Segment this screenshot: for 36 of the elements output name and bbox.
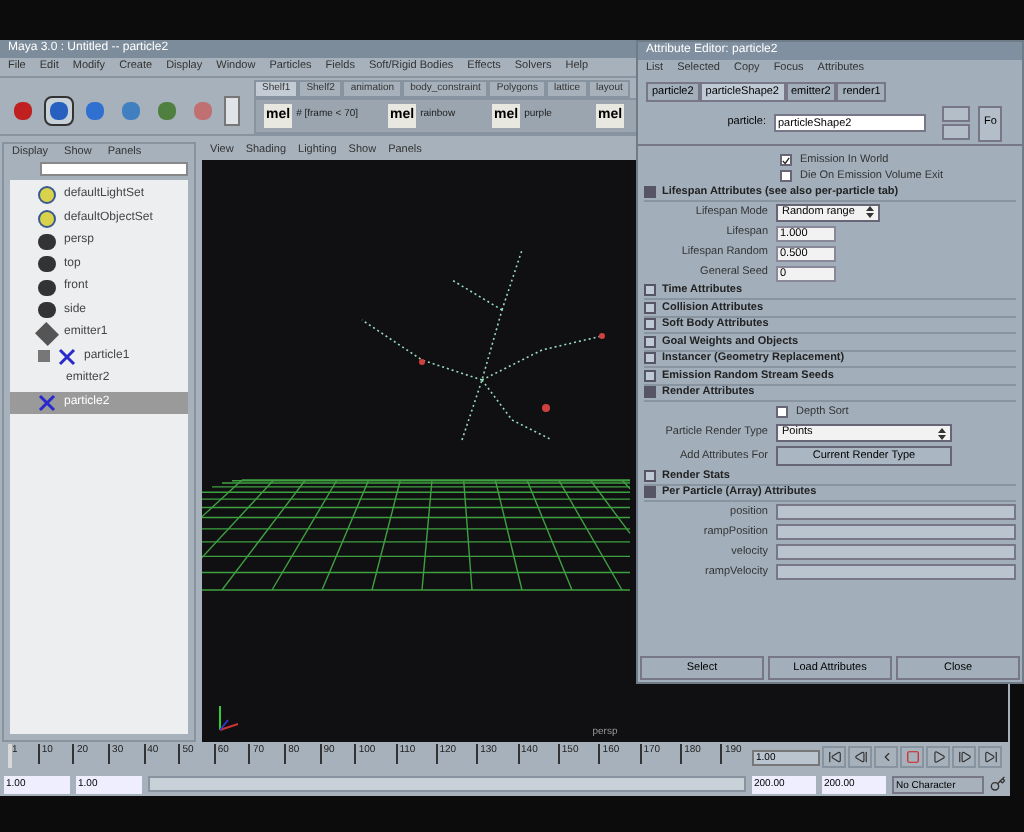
checkmark-icon bbox=[782, 155, 790, 165]
checkbox[interactable] bbox=[776, 406, 788, 418]
particle-icon bbox=[38, 393, 56, 412]
expand-toggle[interactable] bbox=[644, 369, 656, 382]
particle-icon bbox=[58, 347, 76, 366]
go-to-end-icon[interactable] bbox=[978, 746, 1002, 768]
step-back-icon[interactable] bbox=[848, 746, 872, 768]
array-field[interactable] bbox=[776, 504, 1016, 520]
expand-toggle[interactable] bbox=[644, 469, 656, 482]
step-forward-icon[interactable] bbox=[952, 746, 976, 768]
play-icon[interactable] bbox=[926, 746, 950, 768]
expand-toggle[interactable] bbox=[644, 318, 656, 331]
array-field[interactable] bbox=[776, 524, 1016, 540]
expand-toggle[interactable] bbox=[644, 352, 656, 365]
checkbox[interactable] bbox=[780, 170, 792, 182]
expand-toggle[interactable] bbox=[644, 486, 656, 499]
expand-toggle[interactable] bbox=[644, 284, 656, 297]
expand-toggle[interactable] bbox=[644, 185, 656, 198]
updown-arrows-icon bbox=[866, 206, 874, 218]
current-time-marker[interactable] bbox=[8, 744, 12, 768]
emitter-icon bbox=[35, 321, 59, 346]
axis-icon bbox=[214, 702, 242, 734]
expand-toggle[interactable] bbox=[644, 386, 656, 399]
expand-toggle[interactable] bbox=[644, 335, 656, 348]
expand-toggle[interactable] bbox=[38, 350, 50, 363]
outliner-filter-field[interactable] bbox=[40, 162, 188, 176]
key-icon[interactable] bbox=[990, 776, 1006, 792]
toolbox-toggle[interactable] bbox=[224, 96, 240, 126]
array-field[interactable] bbox=[776, 544, 1016, 560]
checkbox[interactable] bbox=[780, 154, 792, 166]
play-backward-icon[interactable] bbox=[874, 746, 898, 768]
expand-toggle[interactable] bbox=[644, 301, 656, 314]
stop-icon[interactable] bbox=[900, 746, 924, 768]
updown-arrows-icon bbox=[938, 427, 946, 439]
array-field[interactable] bbox=[776, 564, 1016, 580]
go-to-start-icon[interactable] bbox=[822, 746, 846, 768]
